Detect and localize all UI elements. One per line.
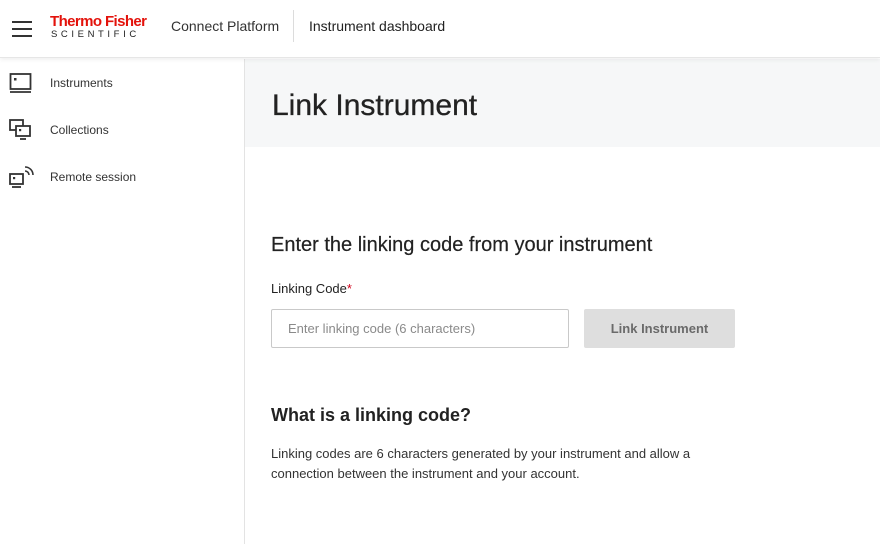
info-title: What is a linking code? <box>271 405 472 425</box>
page-title: Link Instrument <box>272 89 478 122</box>
collections-icon <box>9 119 31 140</box>
linking-code-input[interactable] <box>271 309 569 348</box>
sidebar-item-label: Instruments <box>50 76 113 90</box>
sidebar-item-label: Collections <box>50 123 109 137</box>
logo-brand-text: Thermo Fisher <box>50 13 147 30</box>
linking-code-label-text: Linking Code <box>271 281 347 296</box>
header-divider <box>293 10 294 42</box>
sidebar: Instruments Collections Remote session <box>0 59 245 544</box>
hamburger-menu-icon[interactable] <box>12 21 34 37</box>
top-bar: Thermo Fisher SCIENTIFIC Connect Platfor… <box>0 0 880 58</box>
logo-subtitle-text: SCIENTIFIC <box>51 29 140 40</box>
section-title: Enter the linking code from your instrum… <box>271 234 653 256</box>
sidebar-item-collections[interactable]: Collections <box>0 114 244 154</box>
info-text: Linking codes are 6 characters generated… <box>271 446 691 481</box>
remote-session-icon <box>9 166 34 188</box>
sidebar-item-label: Remote session <box>50 170 137 184</box>
monitor-icon <box>9 73 32 93</box>
platform-name[interactable]: Connect Platform <box>171 18 279 34</box>
page-breadcrumb: Instrument dashboard <box>309 18 446 34</box>
link-instrument-button[interactable]: Link Instrument <box>584 309 735 348</box>
linking-code-label: Linking Code* <box>271 281 352 296</box>
thermo-fisher-logo[interactable]: Thermo Fisher SCIENTIFIC <box>50 13 160 43</box>
required-asterisk: * <box>346 281 352 296</box>
sidebar-item-remote-session[interactable]: Remote session <box>0 161 244 201</box>
page-header: Link Instrument <box>245 59 880 147</box>
sidebar-item-instruments[interactable]: Instruments <box>0 67 244 107</box>
